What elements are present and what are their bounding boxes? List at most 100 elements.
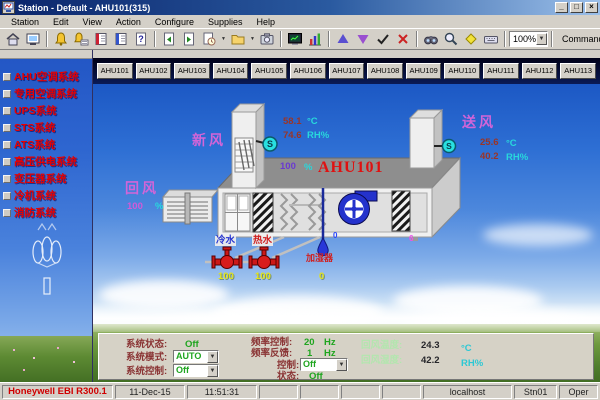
aux-value-magenta: 6 [409, 235, 413, 243]
alarm-summary-icon[interactable] [51, 30, 71, 48]
statusbar-user: Oper [559, 385, 598, 399]
cancel-icon[interactable] [393, 30, 413, 48]
main-top-strip [93, 50, 600, 58]
sidebar-item-ATS系统[interactable]: ATS系统 [0, 136, 92, 153]
find-icon[interactable] [421, 30, 441, 48]
console-icon[interactable] [481, 30, 501, 48]
return-temp-label: 回风温度: [361, 341, 402, 351]
sidebar-item-冷机系统[interactable]: 冷机系统 [0, 187, 92, 204]
system-control-label: 系统控制: [126, 367, 167, 377]
menu-station[interactable]: Station [4, 17, 46, 27]
tab-ahu103[interactable]: AHU103 [174, 63, 210, 79]
maximize-button[interactable]: □ [570, 2, 583, 13]
menu-configure[interactable]: Configure [148, 17, 201, 27]
event-summary-icon[interactable] [91, 30, 111, 48]
display-manager-icon[interactable] [23, 30, 43, 48]
chevron-down-icon[interactable]: ▼ [536, 33, 547, 45]
menu-action[interactable]: Action [109, 17, 148, 27]
toolbar-separator [328, 31, 330, 47]
graphic-canvas: S S [93, 84, 600, 382]
sidebar-item-变压器系统[interactable]: 变压器系统 [0, 170, 92, 187]
tab-ahu106[interactable]: AHU106 [290, 63, 326, 79]
return-damper-value: 100 [127, 202, 143, 212]
statusbar-host: localhost [423, 385, 512, 399]
tab-ahu113[interactable]: AHU113 [560, 63, 596, 79]
favorites-icon-dropdown[interactable]: ▼ [248, 30, 257, 48]
status-value: Off [309, 372, 323, 382]
favorites-icon[interactable] [228, 30, 248, 48]
page-forward-icon[interactable] [179, 30, 199, 48]
tab-ahu101[interactable]: AHU101 [97, 63, 133, 79]
main-area: AHU101AHU102AHU103AHU104AHU105AHU106AHU1… [93, 50, 600, 382]
system-box-icon [3, 73, 11, 81]
page-history-icon[interactable] [199, 30, 219, 48]
menu-help[interactable]: Help [249, 17, 282, 27]
chevron-down-icon[interactable]: ▼ [207, 365, 218, 377]
sidebar-item-高压供电系统[interactable]: 高压供电系统 [0, 153, 92, 170]
sidebar-item-UPS系统[interactable]: UPS系统 [0, 102, 92, 119]
tab-ahu107[interactable]: AHU107 [329, 63, 365, 79]
trend-chart-icon[interactable] [305, 30, 325, 48]
system-status-icon[interactable] [285, 30, 305, 48]
alarm-tracker-icon[interactable] [461, 30, 481, 48]
command-label: Command [562, 34, 600, 44]
system-control-select[interactable]: Off ▼ [173, 364, 219, 377]
tab-ahu105[interactable]: AHU105 [251, 63, 287, 79]
zoom-icon[interactable] [441, 30, 461, 48]
tab-ahu111[interactable]: AHU111 [483, 63, 519, 79]
supply-air-temp: 25.6 [480, 138, 499, 148]
chevron-down-icon[interactable]: ▼ [336, 359, 347, 371]
return-damper-unit: % [155, 202, 163, 212]
tab-ahu110[interactable]: AHU110 [444, 63, 480, 79]
system-box-icon [3, 90, 11, 98]
print-screen-icon[interactable] [257, 30, 277, 48]
minimize-button[interactable]: _ [555, 2, 568, 13]
toolbar-separator [46, 31, 48, 47]
raise-value-icon[interactable] [333, 30, 353, 48]
freq-feedback-label: 频率反馈: [251, 349, 292, 359]
page-history-icon-dropdown[interactable]: ▼ [219, 30, 228, 48]
sidebar-item-专用空调系统[interactable]: 专用空调系统 [0, 85, 92, 102]
tab-ahu108[interactable]: AHU108 [367, 63, 403, 79]
sidebar-item-label: STS系统 [14, 120, 55, 135]
alarm-printer-icon[interactable] [71, 30, 91, 48]
toolbar-separator [504, 31, 506, 47]
accept-icon[interactable] [373, 30, 393, 48]
statusbar-station: Stn01 [514, 385, 557, 399]
sidebar-item-STS系统[interactable]: STS系统 [0, 119, 92, 136]
tab-ahu102[interactable]: AHU102 [136, 63, 172, 79]
menu-view[interactable]: View [76, 17, 109, 27]
tab-ahu109[interactable]: AHU109 [406, 63, 442, 79]
menu-edit[interactable]: Edit [46, 17, 76, 27]
supply-air-temp-unit: °C [506, 139, 517, 149]
freq-control-value: 20 [304, 338, 315, 348]
svg-text:?: ? [138, 34, 144, 44]
system-box-icon [3, 107, 11, 115]
message-summary-icon[interactable] [111, 30, 131, 48]
fresh-air-rh: 74.6 [283, 131, 302, 141]
control-select[interactable]: Off ▼ [300, 358, 348, 371]
menu-supplies[interactable]: Supplies [201, 17, 250, 27]
page-back-icon[interactable] [159, 30, 179, 48]
filter-1 [253, 193, 273, 232]
sidebar-item-消防系统[interactable]: 消防系统 [0, 204, 92, 221]
statusbar-spare-2 [300, 385, 339, 399]
lower-value-icon[interactable] [353, 30, 373, 48]
help-page-icon[interactable]: ? [131, 30, 151, 48]
app-icon [2, 1, 15, 14]
tab-ahu112[interactable]: AHU112 [522, 63, 558, 79]
zoom-level-combo[interactable]: 100% ▼ [509, 31, 548, 47]
system-mode-select[interactable]: AUTO ▼ [173, 350, 219, 363]
chevron-down-icon[interactable]: ▼ [207, 351, 218, 363]
svg-text:S: S [267, 139, 273, 149]
aux-value-blue: 0 [333, 232, 337, 240]
sidebar-item-label: 变压器系统 [14, 171, 67, 186]
close-button[interactable]: × [585, 2, 598, 13]
sidebar-item-label: ATS系统 [14, 137, 55, 152]
station-window: Station - Default - AHU101(315) _ □ × St… [0, 0, 600, 400]
station-home-icon[interactable] [3, 30, 23, 48]
sidebar-item-AHU空调系统[interactable]: AHU空调系统 [0, 68, 92, 85]
tab-ahu104[interactable]: AHU104 [213, 63, 249, 79]
sidebar-grass-image [0, 336, 92, 382]
return-temp-value: 24.3 [421, 341, 440, 351]
